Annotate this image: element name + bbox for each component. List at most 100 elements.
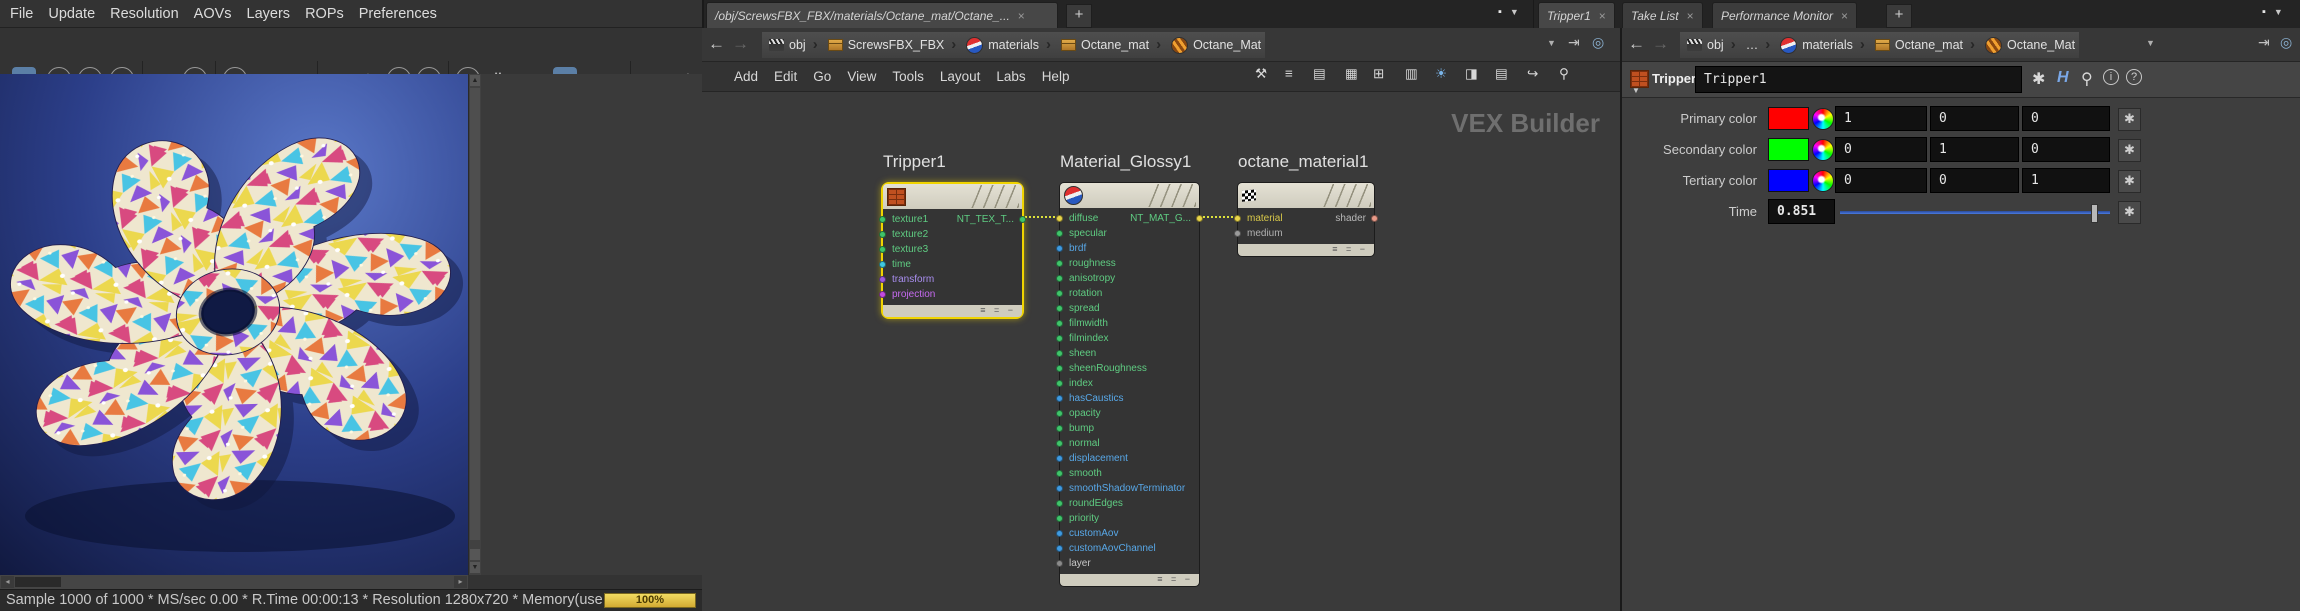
node-octane-material1[interactable]: materialshader medium ≡ = − xyxy=(1237,182,1375,257)
port-row[interactable]: time xyxy=(883,257,1022,272)
input-port-dot[interactable] xyxy=(1056,275,1063,282)
follow-target-icon[interactable]: ◎ xyxy=(2280,34,2292,51)
breadcrumb-ellipsis[interactable]: … xyxy=(1739,32,1763,58)
node-type-dropdown-icon[interactable]: ▼ xyxy=(1632,86,1640,95)
forward-icon[interactable]: → xyxy=(1652,28,1669,60)
menu-edit[interactable]: Edit xyxy=(774,69,797,84)
port-row[interactable]: materialshader xyxy=(1238,211,1374,226)
horizontal-scrollbar[interactable]: ◂ ▸ xyxy=(0,575,468,589)
color-wheel-icon[interactable] xyxy=(1812,139,1834,161)
input-port-dot[interactable] xyxy=(1056,260,1063,267)
follow-target-icon[interactable]: ◎ xyxy=(1592,34,1604,51)
input-port-dot[interactable] xyxy=(879,291,886,298)
port-row[interactable]: displacement xyxy=(1060,451,1199,466)
node-footer[interactable]: ≡ = − xyxy=(1060,574,1199,586)
port-row[interactable]: texture1NT_TEX_T... xyxy=(883,212,1022,227)
port-row[interactable]: spread xyxy=(1060,301,1199,316)
input-port-dot[interactable] xyxy=(1056,335,1063,342)
value-field-b[interactable]: 0 xyxy=(2022,137,2110,162)
node-header[interactable] xyxy=(883,184,1022,209)
maximize-pane-icon[interactable]: ▪ xyxy=(2262,6,2266,18)
gear-icon[interactable]: ✱ xyxy=(2118,139,2141,162)
input-port-dot[interactable] xyxy=(1056,425,1063,432)
search-icon[interactable]: ⚲ xyxy=(2081,69,2093,89)
scroll-right-icon[interactable]: ▸ xyxy=(454,576,467,588)
port-row[interactable]: specular xyxy=(1060,226,1199,241)
input-port-dot[interactable] xyxy=(879,246,886,253)
close-icon[interactable]: × xyxy=(1599,9,1606,23)
menu-go[interactable]: Go xyxy=(813,69,831,84)
forward-icon[interactable]: → xyxy=(732,28,749,60)
port-row[interactable]: sheen xyxy=(1060,346,1199,361)
jump-in-icon[interactable]: ↪ xyxy=(1527,66,1538,82)
node-name-field[interactable]: Tripper1 xyxy=(1695,66,2022,93)
help-icon[interactable]: ? xyxy=(2126,69,2142,85)
port-row[interactable]: transform xyxy=(883,272,1022,287)
close-icon[interactable]: × xyxy=(1018,9,1025,23)
input-port-dot[interactable] xyxy=(879,261,886,268)
pin-path-icon[interactable]: ⇥ xyxy=(1568,34,1580,51)
port-row[interactable]: filmindex xyxy=(1060,331,1199,346)
maximize-pane-icon[interactable]: ▪ xyxy=(1498,6,1502,18)
input-port-dot[interactable] xyxy=(1056,350,1063,357)
breadcrumb-screwsfbx[interactable]: ScrewsFBX_FBX xyxy=(821,32,949,58)
breadcrumb-materials[interactable]: materials xyxy=(1773,32,1857,58)
input-port-dot[interactable] xyxy=(1234,215,1241,222)
port-row[interactable]: normal xyxy=(1060,436,1199,451)
node-footer[interactable]: ≡ = − xyxy=(883,305,1022,317)
menu-preferences[interactable]: Preferences xyxy=(359,6,437,22)
breadcrumb-obj[interactable]: obj xyxy=(762,32,810,58)
color-swatch[interactable] xyxy=(1768,169,1809,192)
color-swatch[interactable] xyxy=(1768,138,1809,161)
gear-menu-icon[interactable]: ✱ xyxy=(2032,69,2045,89)
new-tab-button[interactable]: + xyxy=(1886,4,1912,28)
port-row[interactable]: layer xyxy=(1060,556,1199,571)
output-port-dot[interactable] xyxy=(1019,216,1026,223)
port-row[interactable]: medium xyxy=(1238,226,1374,241)
input-port-dot[interactable] xyxy=(1056,230,1063,237)
input-port-dot[interactable] xyxy=(1056,500,1063,507)
breadcrumb-octane-mat-node[interactable]: Octane_Mat xyxy=(1164,32,1265,58)
time-slider[interactable] xyxy=(1840,211,2110,214)
pane-menu-icon[interactable]: ▼ xyxy=(2274,7,2283,17)
sheet-icon[interactable]: ▤ xyxy=(1313,66,1326,82)
tab-take-list[interactable]: Take List × xyxy=(1622,2,1703,28)
tab-performance-monitor[interactable]: Performance Monitor × xyxy=(1712,2,1857,28)
breadcrumb-octane-mat[interactable]: Octane_mat xyxy=(1868,32,1967,58)
node-flags[interactable] xyxy=(1323,184,1371,207)
network-path-tab[interactable]: /obj/ScrewsFBX_FBX/materials/Octane_mat/… xyxy=(706,2,1058,28)
input-port-dot[interactable] xyxy=(1056,290,1063,297)
input-port-dot[interactable] xyxy=(1056,455,1063,462)
grid-add-icon[interactable]: ⊞ xyxy=(1373,66,1384,82)
tab-tripper1[interactable]: Tripper1 × xyxy=(1538,2,1615,28)
input-port-dot[interactable] xyxy=(1056,530,1063,537)
input-port-dot[interactable] xyxy=(1056,410,1063,417)
node-header[interactable] xyxy=(1238,183,1374,208)
port-row[interactable]: hasCaustics xyxy=(1060,391,1199,406)
value-field-r[interactable]: 1 xyxy=(1835,106,1927,131)
menu-update[interactable]: Update xyxy=(48,6,95,22)
pane-menu-icon[interactable]: ▼ xyxy=(1510,7,1519,17)
scrollbar-thumb[interactable] xyxy=(470,88,480,540)
value-field-g[interactable]: 0 xyxy=(1930,168,2019,193)
value-field-b[interactable]: 0 xyxy=(2022,106,2110,131)
breadcrumb-octane-mat-node[interactable]: Octane_Mat xyxy=(1978,32,2079,58)
network-canvas[interactable]: VEX Builder Tripper1 Material_Glossy1 oc… xyxy=(702,92,1620,611)
close-icon[interactable]: × xyxy=(1687,9,1694,23)
menu-file[interactable]: File xyxy=(10,6,33,22)
output-port-dot[interactable] xyxy=(1196,215,1203,222)
port-row[interactable]: projection xyxy=(883,287,1022,302)
scroll-down-icon[interactable]: ▼ xyxy=(470,562,480,573)
pin-path-icon[interactable]: ⇥ xyxy=(2258,34,2270,51)
input-port-dot[interactable] xyxy=(879,276,886,283)
path-dropdown-icon[interactable]: ▼ xyxy=(2146,38,2155,48)
houdini-help-icon[interactable]: H xyxy=(2057,69,2069,87)
value-field-g[interactable]: 1 xyxy=(1930,137,2019,162)
input-port-dot[interactable] xyxy=(1056,470,1063,477)
close-icon[interactable]: × xyxy=(1841,9,1848,23)
menu-layers[interactable]: Layers xyxy=(247,6,291,22)
menu-labs[interactable]: Labs xyxy=(996,69,1025,84)
input-port-dot[interactable] xyxy=(1056,320,1063,327)
node-material-glossy1[interactable]: diffuseNT_MAT_G... specular brdf roughne… xyxy=(1059,182,1200,587)
port-row[interactable]: smoothShadowTerminator xyxy=(1060,481,1199,496)
